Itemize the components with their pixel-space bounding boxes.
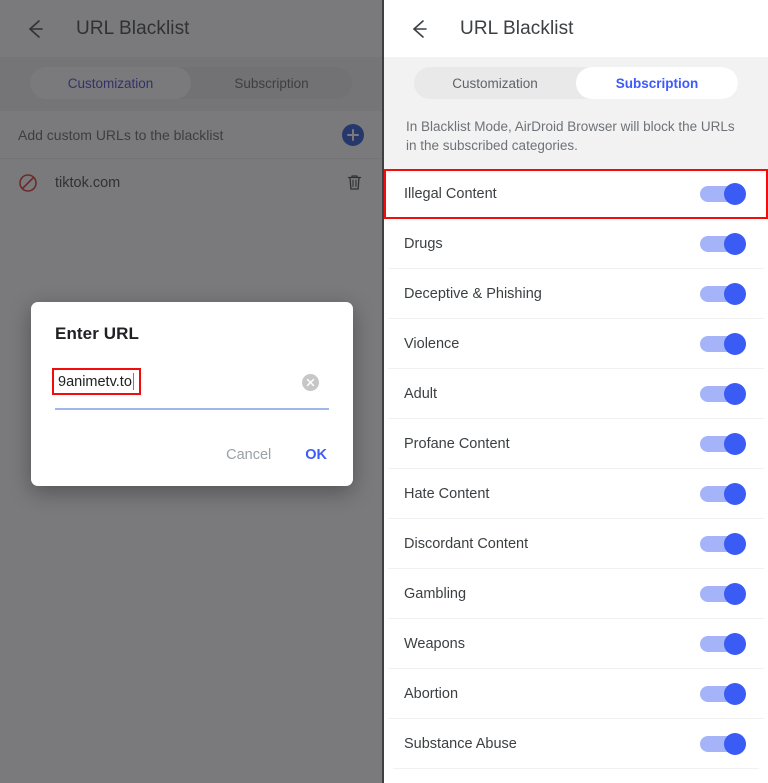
url-input-field[interactable]: 9animetv.to xyxy=(52,368,329,410)
tab-customization[interactable]: Customization xyxy=(414,67,576,99)
toggle-thumb xyxy=(724,232,746,255)
toggle-thumb xyxy=(724,432,746,455)
category-row-weapons[interactable]: Weapons xyxy=(388,619,764,669)
toggle-thumb xyxy=(724,532,746,555)
category-toggle[interactable] xyxy=(700,332,746,355)
category-list-wrapper: Illegal Content Drugs Deceptive & Phishi… xyxy=(384,169,768,769)
category-row-drugs[interactable]: Drugs xyxy=(388,219,764,269)
category-label: Substance Abuse xyxy=(404,735,517,752)
clear-circle-icon[interactable] xyxy=(302,374,319,391)
category-label: Abortion xyxy=(404,685,459,702)
category-toggle[interactable] xyxy=(700,232,746,255)
category-label: Violence xyxy=(404,335,460,352)
url-input-value: 9animetv.to xyxy=(58,373,132,390)
right-tabs-container: Customization Subscription xyxy=(384,57,768,111)
toggle-thumb xyxy=(724,182,746,205)
toggle-thumb xyxy=(724,632,746,655)
category-toggle[interactable] xyxy=(700,532,746,555)
url-input-annotation: 9animetv.to xyxy=(52,368,142,395)
enter-url-dialog: Enter URL 9animetv.to Cancel OK xyxy=(31,302,353,486)
category-row-gambling[interactable]: Gambling xyxy=(388,569,764,619)
category-label: Illegal Content xyxy=(404,185,497,202)
category-row-violence[interactable]: Violence xyxy=(388,319,764,369)
category-toggle[interactable] xyxy=(700,482,746,505)
toggle-thumb xyxy=(724,282,746,305)
toggle-thumb xyxy=(724,732,746,755)
screenshot-root: URL Blacklist Customization Subscription… xyxy=(0,0,768,783)
tab-subscription[interactable]: Subscription xyxy=(576,67,738,99)
page-title: URL Blacklist xyxy=(460,17,574,39)
ok-button[interactable]: OK xyxy=(305,447,327,463)
category-row-abortion[interactable]: Abortion xyxy=(388,669,764,719)
back-arrow-icon[interactable] xyxy=(406,16,432,42)
right-tabs: Customization Subscription xyxy=(414,67,738,99)
toggle-thumb xyxy=(724,682,746,705)
category-toggle[interactable] xyxy=(700,182,746,205)
category-toggle[interactable] xyxy=(700,732,746,755)
category-label: Hate Content xyxy=(404,485,490,502)
category-label: Deceptive & Phishing xyxy=(404,285,542,302)
toggle-thumb xyxy=(724,382,746,405)
category-row-hate-content[interactable]: Hate Content xyxy=(388,469,764,519)
toggle-thumb xyxy=(724,482,746,505)
category-toggle[interactable] xyxy=(700,282,746,305)
category-label: Weapons xyxy=(404,635,465,652)
blacklist-description: In Blacklist Mode, AirDroid Browser will… xyxy=(384,111,768,169)
category-toggle[interactable] xyxy=(700,432,746,455)
category-row-deceptive-phishing[interactable]: Deceptive & Phishing xyxy=(388,269,764,319)
right-appbar: URL Blacklist xyxy=(384,0,768,57)
category-toggle[interactable] xyxy=(700,632,746,655)
category-label: Gambling xyxy=(404,585,467,602)
category-toggle[interactable] xyxy=(700,682,746,705)
left-panel: URL Blacklist Customization Subscription… xyxy=(0,0,384,783)
dialog-title: Enter URL xyxy=(55,324,140,343)
category-row-illegal-content[interactable]: Illegal Content xyxy=(388,169,764,219)
category-row-adult[interactable]: Adult xyxy=(388,369,764,419)
category-row-substance-abuse[interactable]: Substance Abuse xyxy=(388,719,764,769)
category-toggle[interactable] xyxy=(700,382,746,405)
category-label: Drugs xyxy=(404,235,443,252)
cancel-button[interactable]: Cancel xyxy=(226,447,271,463)
category-toggle[interactable] xyxy=(700,582,746,605)
category-label: Discordant Content xyxy=(404,535,529,552)
toggle-thumb xyxy=(724,332,746,355)
dialog-actions: Cancel OK xyxy=(55,436,329,474)
right-panel: URL Blacklist Customization Subscription… xyxy=(384,0,768,783)
category-row-profane-content[interactable]: Profane Content xyxy=(388,419,764,469)
text-caret xyxy=(132,373,135,390)
category-label: Profane Content xyxy=(404,435,510,452)
category-list: Illegal Content Drugs Deceptive & Phishi… xyxy=(388,169,764,769)
category-label: Adult xyxy=(404,385,438,402)
category-row-discordant-content[interactable]: Discordant Content xyxy=(388,519,764,569)
input-underline xyxy=(55,408,329,410)
toggle-thumb xyxy=(724,582,746,605)
